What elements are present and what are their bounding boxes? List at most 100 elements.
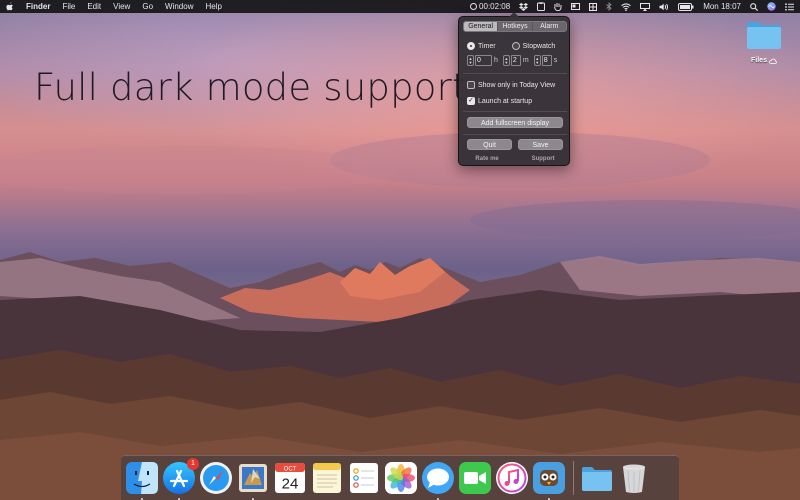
- folder-icon: [747, 22, 781, 49]
- itunes-icon: [496, 462, 528, 494]
- menu-app-name[interactable]: Finder: [26, 0, 50, 13]
- today-view-label: Show only in Today View: [478, 81, 556, 89]
- checkmark-icon: ✓: [467, 97, 475, 105]
- dock-calendar[interactable]: OCT 24: [273, 461, 307, 495]
- checkbox-unchecked: [467, 81, 475, 89]
- battery-icon[interactable]: [678, 2, 694, 11]
- dock-finder[interactable]: [125, 461, 159, 500]
- quit-button[interactable]: Quit: [467, 139, 512, 150]
- dock-tweetbot[interactable]: [532, 461, 566, 500]
- divider: [463, 73, 567, 74]
- timer-popover: General Hotkeys Alarm Timer Stopwatch ▲ ▼…: [458, 12, 571, 166]
- support-link[interactable]: Support: [532, 156, 555, 162]
- timer-status-item[interactable]: 00:02:08: [470, 2, 510, 11]
- stopwatch-radio-label: Stopwatch: [522, 42, 556, 50]
- bluetooth-icon[interactable]: [606, 2, 612, 11]
- airplay-icon[interactable]: [640, 2, 651, 11]
- apple-menu-icon[interactable]: [6, 2, 14, 11]
- dock-trash[interactable]: [617, 461, 651, 495]
- dock-mail[interactable]: [236, 461, 270, 500]
- today-view-checkbox[interactable]: Show only in Today View: [467, 81, 555, 89]
- desktop-files-folder[interactable]: Files: [742, 20, 786, 64]
- menu-go[interactable]: Go: [142, 0, 153, 13]
- safari-icon: [200, 462, 232, 494]
- dock-reminders[interactable]: [347, 461, 381, 495]
- seconds-unit: s: [553, 57, 558, 64]
- menu-window[interactable]: Window: [165, 0, 193, 13]
- downloads-folder-icon: [582, 467, 612, 491]
- timer-display: 00:02:08: [479, 2, 511, 11]
- hours-stepper[interactable]: ▲ ▼: [467, 55, 474, 66]
- add-fullscreen-display-button[interactable]: Add fullscreen display: [467, 117, 563, 128]
- messages-icon: [422, 462, 454, 494]
- spotlight-icon[interactable]: [750, 2, 758, 11]
- icloud-icon: [769, 58, 777, 64]
- hours-input[interactable]: 0: [475, 55, 492, 66]
- menu-file[interactable]: File: [62, 0, 75, 13]
- notes-icon: [313, 463, 341, 493]
- calendar-icon: OCT 24: [275, 463, 305, 493]
- menu-edit[interactable]: Edit: [87, 0, 101, 13]
- wifi-icon[interactable]: [621, 2, 632, 11]
- divider: [463, 111, 567, 112]
- hours-unit: h: [494, 57, 498, 64]
- volume-icon[interactable]: [659, 3, 669, 11]
- finder-icon: [126, 462, 158, 494]
- grid-icon[interactable]: [589, 2, 598, 11]
- settings-tab-bar: General Hotkeys Alarm: [463, 21, 567, 32]
- tab-hotkeys[interactable]: Hotkeys: [497, 22, 531, 31]
- popover-arrow: [509, 12, 519, 17]
- dock-notes[interactable]: [310, 461, 344, 495]
- launch-startup-label: Launch at startup: [478, 97, 533, 105]
- footer-links: Rate me Support: [459, 156, 571, 162]
- mail-icon: [239, 464, 267, 492]
- update-badge: 1: [187, 458, 199, 470]
- dock-app-store[interactable]: 1: [162, 458, 199, 500]
- photos-icon: [385, 462, 417, 494]
- facetime-icon: [459, 462, 491, 494]
- dock-facetime[interactable]: [458, 461, 492, 495]
- divider: [463, 134, 567, 135]
- menubar-clock[interactable]: Mon 18:07: [703, 2, 741, 11]
- seconds-input[interactable]: 8: [541, 55, 552, 66]
- dropbox-icon[interactable]: [519, 2, 529, 11]
- save-button[interactable]: Save: [518, 139, 563, 150]
- calendar-day: 24: [282, 476, 299, 493]
- minutes-stepper[interactable]: ▲ ▼: [502, 55, 510, 66]
- tweetbot-icon: [533, 462, 565, 494]
- radio-selected-indicator: [467, 42, 475, 50]
- radio-indicator: [511, 42, 520, 50]
- timer-icon: [470, 3, 478, 10]
- rate-me-link[interactable]: Rate me: [475, 156, 498, 162]
- notification-center-icon[interactable]: [785, 2, 794, 11]
- menu-help[interactable]: Help: [205, 0, 221, 13]
- minutes-unit: m: [522, 57, 529, 64]
- minutes-input[interactable]: 2: [510, 55, 521, 66]
- stopwatch-radio[interactable]: Stopwatch: [511, 42, 556, 50]
- headline-text: Full dark mode support: [34, 66, 467, 109]
- dock: 1 OCT 24: [121, 455, 679, 500]
- dock-downloads-folder[interactable]: [580, 461, 614, 495]
- mode-radio-group: Timer Stopwatch: [467, 42, 567, 50]
- hand-icon[interactable]: [554, 2, 562, 11]
- tab-general[interactable]: General: [464, 22, 498, 31]
- seconds-stepper[interactable]: ▲ ▼: [533, 55, 541, 66]
- cast-icon[interactable]: [571, 2, 581, 11]
- trash-icon: [623, 464, 645, 493]
- clipboard-icon[interactable]: [537, 2, 546, 11]
- calendar-month: OCT: [284, 467, 297, 473]
- menu-bar: Finder File Edit View Go Window Help 00:…: [0, 0, 800, 13]
- reminders-icon: [350, 463, 378, 493]
- siri-icon[interactable]: [767, 2, 776, 11]
- timer-radio-label: Timer: [478, 42, 496, 50]
- timer-radio[interactable]: Timer: [467, 42, 496, 50]
- dock-itunes[interactable]: [495, 461, 529, 495]
- dock-safari[interactable]: [199, 461, 233, 495]
- tab-alarm[interactable]: Alarm: [531, 22, 566, 31]
- launch-startup-checkbox[interactable]: ✓ Launch at startup: [467, 97, 532, 105]
- menu-view[interactable]: View: [113, 0, 130, 13]
- dock-divider: [573, 461, 574, 495]
- dock-messages[interactable]: [421, 461, 455, 500]
- dock-photos[interactable]: [384, 461, 418, 495]
- duration-fields: ▲ ▼ 0 h ▲ ▼ 2 m ▲ ▼ 8 s: [467, 55, 562, 66]
